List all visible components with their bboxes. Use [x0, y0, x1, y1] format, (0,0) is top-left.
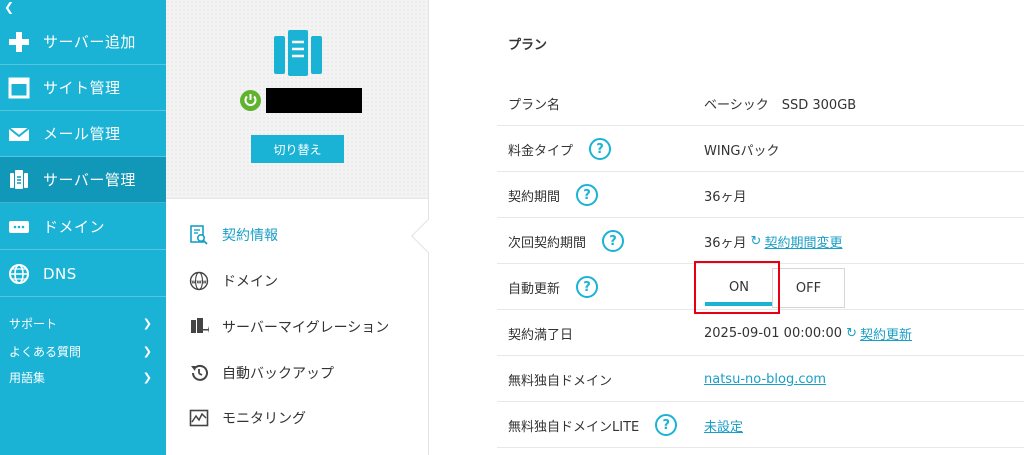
sidebar-link-glossary[interactable]: 用語集 ❯ — [0, 364, 166, 390]
sidebar-link-faq[interactable]: よくある質問 ❯ — [0, 338, 166, 364]
row-label: 料金タイプ — [508, 143, 574, 159]
row-value: ベーシック SSD 300GB — [704, 97, 857, 113]
menu-item-monitoring[interactable]: モニタリング — [166, 395, 428, 441]
free-domain-link[interactable]: natsu-no-blog.com — [704, 372, 826, 387]
refresh-icon: ↻ — [846, 325, 857, 341]
sidebar-link-label: サポート — [9, 316, 58, 331]
row-label: 無料独自ドメイン — [508, 373, 613, 389]
sidebar-link-label: 用語集 — [9, 370, 46, 385]
plan-row-plan-name: プラン名 ベーシック SSD 300GB — [497, 80, 1024, 126]
plan-row-free-domain: 無料独自ドメイン natsu-no-blog.com — [497, 356, 1024, 402]
plan-row-fee-type: 料金タイプ ? WINGパック — [497, 126, 1024, 172]
section-title: プラン — [508, 38, 548, 53]
auto-renew-off-button[interactable]: OFF — [772, 268, 845, 308]
row-value: 36ヶ月 — [704, 189, 747, 205]
sidebar-item-domain[interactable]: ドメイン — [0, 204, 166, 250]
divider — [166, 198, 428, 199]
chevron-right-icon: ❯ — [142, 316, 152, 330]
chevron-left-icon[interactable]: ❮ — [4, 0, 14, 14]
plus-icon — [7, 30, 31, 54]
plan-row-expiry-date: 契約満了日 2025-09-01 00:00:00 ↻ 契約更新 — [497, 310, 1024, 356]
row-label: 契約満了日 — [508, 327, 574, 343]
sidebar: ❮ サーバー追加 サイト管理 メール管理 サーバー管理 ドメイン DNS サポー… — [0, 0, 166, 455]
menu-item-auto-backup[interactable]: 自動バックアップ — [166, 350, 428, 396]
history-icon — [188, 362, 210, 384]
help-icon[interactable]: ? — [589, 138, 612, 160]
free-domain-lite-link[interactable]: 未設定 — [704, 416, 743, 435]
highlight-annotation — [694, 261, 780, 314]
renew-contract-link[interactable]: 契約更新 — [860, 324, 912, 343]
sidebar-item-label: ドメイン — [43, 218, 106, 236]
sidebar-item-server-management[interactable]: サーバー管理 — [0, 157, 166, 203]
sidebar-item-label: DNS — [43, 264, 77, 283]
row-value: WINGパック — [704, 143, 780, 159]
sidebar-item-label: サーバー管理 — [43, 171, 136, 189]
sidebar-item-site-management[interactable]: サイト管理 — [0, 65, 166, 111]
contract-search-icon — [188, 224, 210, 246]
row-value: 36ヶ月 — [704, 235, 747, 251]
menu-item-server-migration[interactable]: サーバーマイグレーション — [166, 304, 428, 350]
row-label: 契約期間 — [508, 189, 561, 205]
sidebar-link-support[interactable]: サポート ❯ — [0, 310, 166, 336]
menu-item-label: 自動バックアップ — [222, 366, 334, 382]
sidebar-item-add-server[interactable]: サーバー追加 — [0, 19, 166, 65]
sidebar-link-label: よくある質問 — [9, 344, 82, 359]
plan-row-next-contract-period: 次回契約期間 ? 36ヶ月 ↻ 契約期間変更 — [497, 218, 1024, 264]
server-icon — [7, 168, 31, 192]
sidebar-item-label: サーバー追加 — [43, 33, 136, 51]
svg-text:www: www — [191, 280, 206, 286]
help-icon[interactable]: ? — [655, 414, 678, 436]
row-label: 無料独自ドメインLITE — [508, 419, 640, 435]
chevron-right-icon: ❯ — [142, 370, 152, 384]
sidebar-item-mail-management[interactable]: メール管理 — [0, 111, 166, 157]
chevron-right-icon: ❯ — [142, 344, 152, 358]
menu-item-label: モニタリング — [222, 411, 306, 427]
server-rack-icon — [274, 30, 322, 76]
window-icon — [7, 76, 31, 100]
row-label: プラン名 — [508, 97, 561, 113]
refresh-icon: ↻ — [750, 233, 762, 249]
row-label: 次回契約期間 — [508, 235, 587, 251]
change-contract-period-link[interactable]: 契約期間変更 — [764, 232, 842, 251]
menu-item-contract-info[interactable]: 契約情報 — [166, 212, 428, 258]
menu-item-domain[interactable]: www ドメイン — [166, 258, 428, 304]
monitoring-icon — [188, 407, 210, 429]
row-label: 自動更新 — [508, 281, 561, 297]
row-value: 2025-09-01 00:00:00 — [704, 325, 843, 341]
sidebar-item-label: サイト管理 — [43, 79, 121, 97]
power-status-icon — [240, 90, 261, 111]
mail-icon — [7, 122, 31, 146]
plan-row-free-domain-lite: 無料独自ドメインLITE ? 未設定 — [497, 402, 1024, 448]
migration-icon — [188, 316, 210, 338]
switch-server-button[interactable]: 切り替え — [251, 135, 344, 163]
globe-icon — [7, 262, 31, 286]
plan-row-contract-period: 契約期間 ? 36ヶ月 — [497, 172, 1024, 218]
help-icon[interactable]: ? — [576, 184, 599, 206]
sidebar-item-label: メール管理 — [43, 125, 121, 143]
help-icon[interactable]: ? — [602, 230, 625, 252]
menu-item-label: 契約情報 — [222, 228, 278, 244]
www-globe-icon: www — [188, 270, 210, 292]
menu-item-label: ドメイン — [222, 274, 278, 290]
help-icon[interactable]: ? — [576, 276, 599, 298]
server-name-redacted — [266, 88, 362, 113]
sidebar-item-dns[interactable]: DNS — [0, 251, 166, 297]
domain-icon — [7, 215, 31, 239]
menu-item-label: サーバーマイグレーション — [222, 320, 390, 336]
